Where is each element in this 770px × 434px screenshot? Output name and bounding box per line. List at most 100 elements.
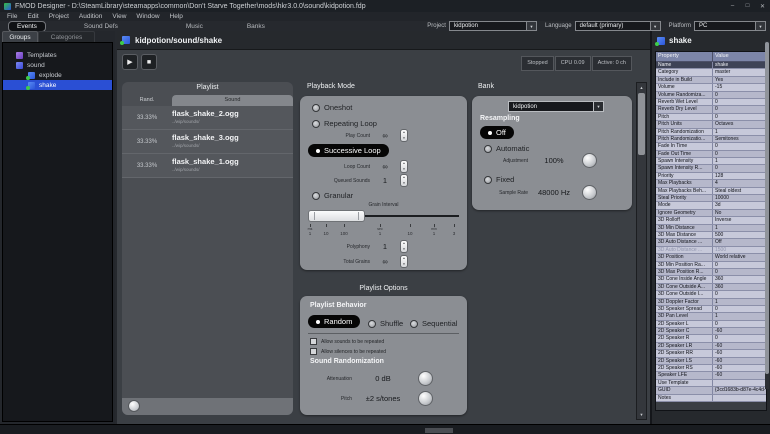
column-header-property[interactable]: Property xyxy=(656,52,713,61)
property-row[interactable]: Use Template xyxy=(656,380,766,387)
property-row[interactable]: 3D Auto Distance ... 1500 xyxy=(656,247,766,254)
property-row[interactable]: Reverb Wet Level 0 xyxy=(656,99,766,106)
adjustment-knob[interactable] xyxy=(582,153,597,168)
property-row[interactable]: 3D Pan Level 1 xyxy=(656,313,766,320)
property-row[interactable]: Volume Randomiza... 0 xyxy=(656,92,766,99)
property-row[interactable]: Fade In Time 0 xyxy=(656,143,766,150)
menu-item[interactable]: Project xyxy=(44,13,74,20)
property-row[interactable]: 3D Min Position Ra... 0 xyxy=(656,262,766,269)
play-count-stepper[interactable]: ▲▼ xyxy=(400,129,408,142)
allow-sounds-repeated-checkbox-row[interactable]: Allow sounds to be repeated xyxy=(310,338,384,345)
column-header-rand[interactable]: Rand. xyxy=(122,95,172,106)
tab-categories[interactable]: Categories xyxy=(38,31,95,42)
platform-dropdown[interactable]: PC ▼ xyxy=(694,21,766,31)
radio-granular[interactable]: Granular xyxy=(312,191,353,200)
stop-button[interactable]: ■ xyxy=(141,54,157,70)
playlist-volume-knob[interactable] xyxy=(128,400,140,412)
total-grains-stepper[interactable]: ▲▼ xyxy=(400,255,408,268)
project-dropdown[interactable]: kidpotion ▼ xyxy=(449,21,537,31)
menu-item[interactable]: Edit xyxy=(22,13,43,20)
property-row[interactable]: 3D Speaker Spread 0 xyxy=(656,306,766,313)
property-row[interactable]: 2D Speaker LR -60 xyxy=(656,343,766,350)
property-row[interactable]: GUID {3cd1683b-d87e-4c4d-... xyxy=(656,387,766,394)
property-row[interactable]: Speaker LFE -60 xyxy=(656,372,766,379)
property-row[interactable]: 3D Max Distance 500 xyxy=(656,232,766,239)
radio-behavior-shuffle[interactable]: Shuffle xyxy=(368,319,403,328)
property-row[interactable]: 3D Cone Outside A... 360 xyxy=(656,284,766,291)
radio-resampling-automatic[interactable]: Automatic xyxy=(484,144,529,153)
column-header-sound[interactable]: Sound xyxy=(172,95,293,106)
language-dropdown[interactable]: default (primary) ▼ xyxy=(575,21,661,31)
bank-dropdown[interactable]: kidpotion ▼ xyxy=(508,101,604,112)
radio-resampling-off[interactable]: Off xyxy=(480,126,514,139)
attenuation-knob[interactable] xyxy=(418,371,433,386)
menu-item[interactable]: Help xyxy=(165,13,188,20)
property-row[interactable]: Fade Out Time 0 xyxy=(656,151,766,158)
tree-item-sound[interactable]: sound xyxy=(3,60,112,70)
dropdown-arrow-icon[interactable]: ▼ xyxy=(755,22,765,30)
play-button[interactable]: ▶ xyxy=(122,54,138,70)
property-row[interactable]: Volume -15 xyxy=(656,84,766,91)
editor-scrollbar[interactable]: ▲ ▼ xyxy=(636,82,647,420)
allow-silences-repeated-checkbox-row[interactable]: Allow silences to be repeated xyxy=(310,348,386,355)
checkbox-icon[interactable] xyxy=(310,348,317,355)
dropdown-arrow-icon[interactable]: ▼ xyxy=(650,22,660,30)
dropdown-arrow-icon[interactable]: ▼ xyxy=(526,22,536,30)
loop-count-stepper[interactable]: ▲▼ xyxy=(400,160,408,173)
radio-resampling-fixed[interactable]: Fixed xyxy=(484,175,514,184)
menu-item[interactable]: Audition xyxy=(74,13,108,20)
property-row[interactable]: 2D Speaker R 0 xyxy=(656,335,766,342)
playlist-row[interactable]: 33.33% flask_shake_3.ogg ../wip/sounds/ xyxy=(122,130,293,154)
checkbox-icon[interactable] xyxy=(310,338,317,345)
dropdown-arrow-icon[interactable]: ▼ xyxy=(593,102,603,111)
property-row[interactable]: Pitch Randomization 1 xyxy=(656,129,766,136)
property-row[interactable]: 2D Speaker L 0 xyxy=(656,321,766,328)
property-row[interactable]: 3D Rolloff Inverse xyxy=(656,217,766,224)
property-row[interactable]: Spawn Intensity R... 0 xyxy=(656,165,766,172)
slider-range-handle[interactable] xyxy=(308,210,365,222)
property-row[interactable]: Pitch Units Octaves xyxy=(656,121,766,128)
scrollbar-thumb[interactable] xyxy=(765,42,769,374)
property-row[interactable]: 3D Position World relative xyxy=(656,254,766,261)
radio-behavior-sequential[interactable]: Sequential xyxy=(410,319,457,328)
statusbar-grip[interactable] xyxy=(425,428,453,433)
property-row[interactable]: 2D Speaker LS -60 xyxy=(656,358,766,365)
tree-item-explode[interactable]: explode xyxy=(3,70,112,80)
property-row[interactable]: Spawn Intensity 1 xyxy=(656,158,766,165)
radio-behavior-random[interactable]: Random xyxy=(308,315,360,328)
close-button[interactable]: ✕ xyxy=(755,1,770,12)
property-row[interactable]: Category master xyxy=(656,69,766,76)
main-tab[interactable]: Banks xyxy=(239,22,273,31)
property-row[interactable]: Steal Priority 10000 xyxy=(656,195,766,202)
tree-item-shake[interactable]: shake xyxy=(3,80,112,90)
property-row[interactable]: Name shake xyxy=(656,62,766,69)
main-tab[interactable]: Sound Defs xyxy=(76,22,126,31)
playlist-row[interactable]: 33.33% flask_shake_1.ogg ../wip/sounds/ xyxy=(122,154,293,178)
property-row[interactable]: Max Playbacks Beh... Steal oldest xyxy=(656,188,766,195)
slider-grip-right[interactable] xyxy=(358,212,359,220)
scrollbar-thumb[interactable] xyxy=(638,93,645,155)
property-row[interactable]: 3D Min Distance 1 xyxy=(656,225,766,232)
menu-item[interactable]: File xyxy=(2,13,22,20)
radio-repeating-loop[interactable]: Repeating Loop xyxy=(312,119,377,128)
property-row[interactable]: Pitch 0 xyxy=(656,114,766,121)
slider-grip-left[interactable] xyxy=(314,212,315,220)
property-row[interactable]: Priority 128 xyxy=(656,173,766,180)
radio-successive-loop[interactable]: Successive Loop xyxy=(308,144,389,157)
tab-groups[interactable]: Groups xyxy=(2,31,38,42)
property-row[interactable]: 3D Doppler Factor 1 xyxy=(656,299,766,306)
menu-item[interactable]: Window xyxy=(131,13,164,20)
pitch-knob[interactable] xyxy=(418,391,433,406)
polyphony-stepper[interactable]: ▲▼ xyxy=(400,240,408,253)
sample-rate-knob[interactable] xyxy=(582,185,597,200)
property-row[interactable]: 2D Speaker C -60 xyxy=(656,328,766,335)
playlist-row[interactable]: 33.33% flask_shake_2.ogg ../wip/sounds/ xyxy=(122,106,293,130)
property-row[interactable]: 3D Auto Distance ... Off xyxy=(656,239,766,246)
minimize-button[interactable]: – xyxy=(725,1,740,12)
property-row[interactable]: Mode 3d xyxy=(656,202,766,209)
tree-item-templates[interactable]: Templates xyxy=(3,50,112,60)
property-row[interactable]: Pitch Randomizatio... Semitones xyxy=(656,136,766,143)
property-row[interactable]: 2D Speaker RS -60 xyxy=(656,365,766,372)
radio-oneshot[interactable]: Oneshot xyxy=(312,103,352,112)
properties-scrollbar[interactable] xyxy=(765,41,769,389)
